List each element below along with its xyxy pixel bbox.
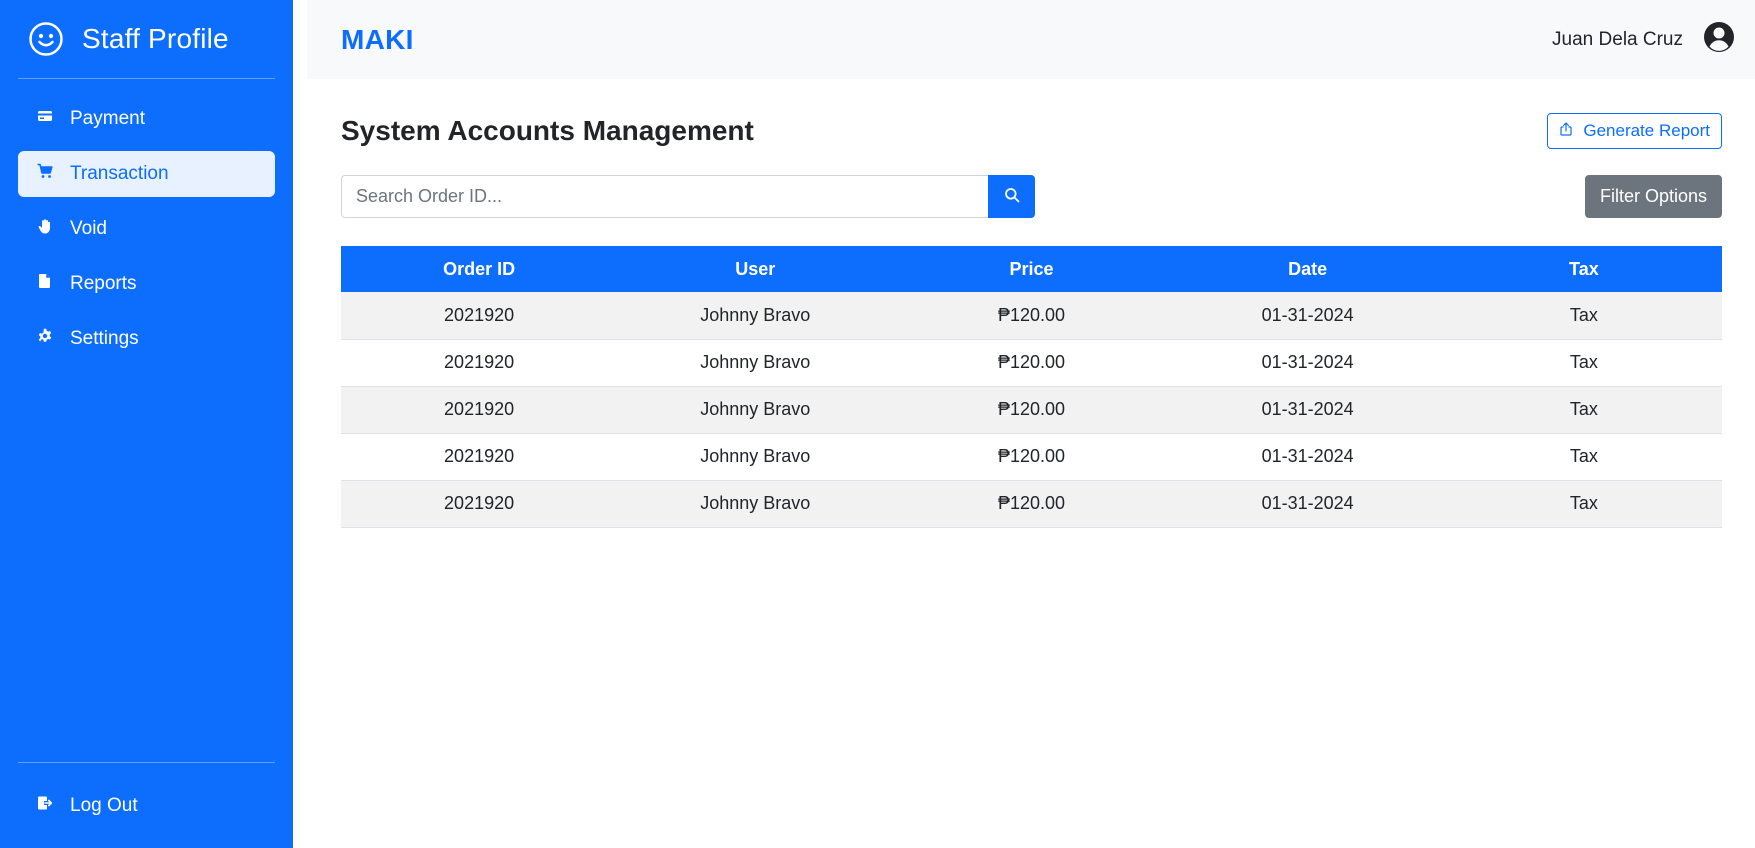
cell-user: Johnny Bravo: [617, 339, 894, 387]
user-avatar-icon: [1703, 21, 1735, 59]
generate-report-button[interactable]: Generate Report: [1547, 113, 1722, 149]
column-header-date[interactable]: Date: [1169, 246, 1446, 292]
cart-icon: [37, 163, 53, 185]
sidebar-item-reports[interactable]: Reports: [18, 261, 275, 307]
hand-icon: [37, 218, 53, 240]
cell-order-id: 2021920: [341, 480, 618, 528]
cell-tax: Tax: [1445, 339, 1722, 387]
cell-price: ₱120.00: [893, 433, 1170, 481]
cell-date: 01-31-2024: [1169, 292, 1446, 340]
search-button[interactable]: [988, 175, 1035, 218]
sidebar-footer: Log Out: [18, 762, 275, 848]
search-icon: [1004, 187, 1020, 206]
user-menu[interactable]: Juan Dela Cruz: [1552, 21, 1735, 59]
table-row[interactable]: 2021920 Johnny Bravo ₱120.00 01-31-2024 …: [341, 386, 1722, 434]
sidebar-item-label: Transaction: [70, 163, 169, 184]
table-header-row: Order ID User Price Date Tax: [341, 246, 1722, 292]
table-row[interactable]: 2021920 Johnny Bravo ₱120.00 01-31-2024 …: [341, 339, 1722, 387]
search-group: [341, 175, 1035, 218]
gear-icon: [37, 328, 53, 350]
topbar: MAKI Juan Dela Cruz: [307, 0, 1755, 79]
column-header-tax[interactable]: Tax: [1445, 246, 1722, 292]
cell-date: 01-31-2024: [1169, 480, 1446, 528]
main-area: MAKI Juan Dela Cruz System Accounts Mana…: [293, 0, 1755, 848]
cell-tax: Tax: [1445, 433, 1722, 481]
file-icon: [37, 273, 53, 295]
cell-price: ₱120.00: [893, 292, 1170, 340]
sidebar-item-void[interactable]: Void: [18, 206, 275, 252]
column-header-price[interactable]: Price: [893, 246, 1170, 292]
sidebar-title: Staff Profile: [82, 23, 229, 54]
logout-icon: [37, 795, 53, 817]
export-icon: [1559, 121, 1573, 141]
sidebar-item-label: Reports: [70, 273, 137, 294]
page-header: System Accounts Management Generate Repo…: [341, 113, 1722, 149]
sidebar-item-label: Payment: [70, 108, 145, 129]
cell-user: Johnny Bravo: [617, 292, 894, 340]
sidebar-item-label: Settings: [70, 328, 139, 349]
cell-date: 01-31-2024: [1169, 433, 1446, 481]
column-header-order-id[interactable]: Order ID: [341, 246, 618, 292]
cell-order-id: 2021920: [341, 292, 618, 340]
smiley-icon: [28, 21, 64, 57]
table-row[interactable]: 2021920 Johnny Bravo ₱120.00 01-31-2024 …: [341, 433, 1722, 481]
sidebar-item-settings[interactable]: Settings: [18, 316, 275, 362]
cell-tax: Tax: [1445, 480, 1722, 528]
app-root: Staff Profile Payment Transaction Void R…: [0, 0, 1755, 848]
cell-price: ₱120.00: [893, 339, 1170, 387]
logout-button[interactable]: Log Out: [18, 783, 275, 829]
cell-order-id: 2021920: [341, 386, 618, 434]
sidebar-nav: Payment Transaction Void Reports Setting…: [18, 96, 275, 362]
logout-label: Log Out: [70, 795, 138, 816]
cell-user: Johnny Bravo: [617, 480, 894, 528]
generate-report-label: Generate Report: [1583, 121, 1710, 140]
cell-tax: Tax: [1445, 386, 1722, 434]
sidebar: Staff Profile Payment Transaction Void R…: [0, 0, 293, 848]
table-row[interactable]: 2021920 Johnny Bravo ₱120.00 01-31-2024 …: [341, 292, 1722, 340]
filter-options-button[interactable]: Filter Options: [1584, 175, 1722, 218]
cell-date: 01-31-2024: [1169, 386, 1446, 434]
sidebar-item-label: Void: [70, 218, 107, 239]
cell-user: Johnny Bravo: [617, 433, 894, 481]
cell-price: ₱120.00: [893, 386, 1170, 434]
cell-tax: Tax: [1445, 292, 1722, 340]
search-input[interactable]: [341, 175, 988, 218]
user-name: Juan Dela Cruz: [1552, 28, 1683, 50]
sidebar-item-payment[interactable]: Payment: [18, 96, 275, 142]
content: System Accounts Management Generate Repo…: [293, 79, 1755, 528]
table-row[interactable]: 2021920 Johnny Bravo ₱120.00 01-31-2024 …: [341, 480, 1722, 528]
cell-order-id: 2021920: [341, 339, 618, 387]
page-title: System Accounts Management: [341, 115, 754, 146]
column-header-user[interactable]: User: [617, 246, 894, 292]
cell-price: ₱120.00: [893, 480, 1170, 528]
cell-order-id: 2021920: [341, 433, 618, 481]
search-row: Filter Options: [341, 175, 1722, 218]
sidebar-item-transaction[interactable]: Transaction: [18, 151, 275, 197]
transactions-table: Order ID User Price Date Tax 2021920 Joh…: [341, 246, 1722, 528]
topbar-brand[interactable]: MAKI: [341, 24, 414, 56]
cell-date: 01-31-2024: [1169, 339, 1446, 387]
cell-user: Johnny Bravo: [617, 386, 894, 434]
sidebar-brand: Staff Profile: [18, 0, 275, 79]
credit-card-icon: [37, 108, 53, 130]
